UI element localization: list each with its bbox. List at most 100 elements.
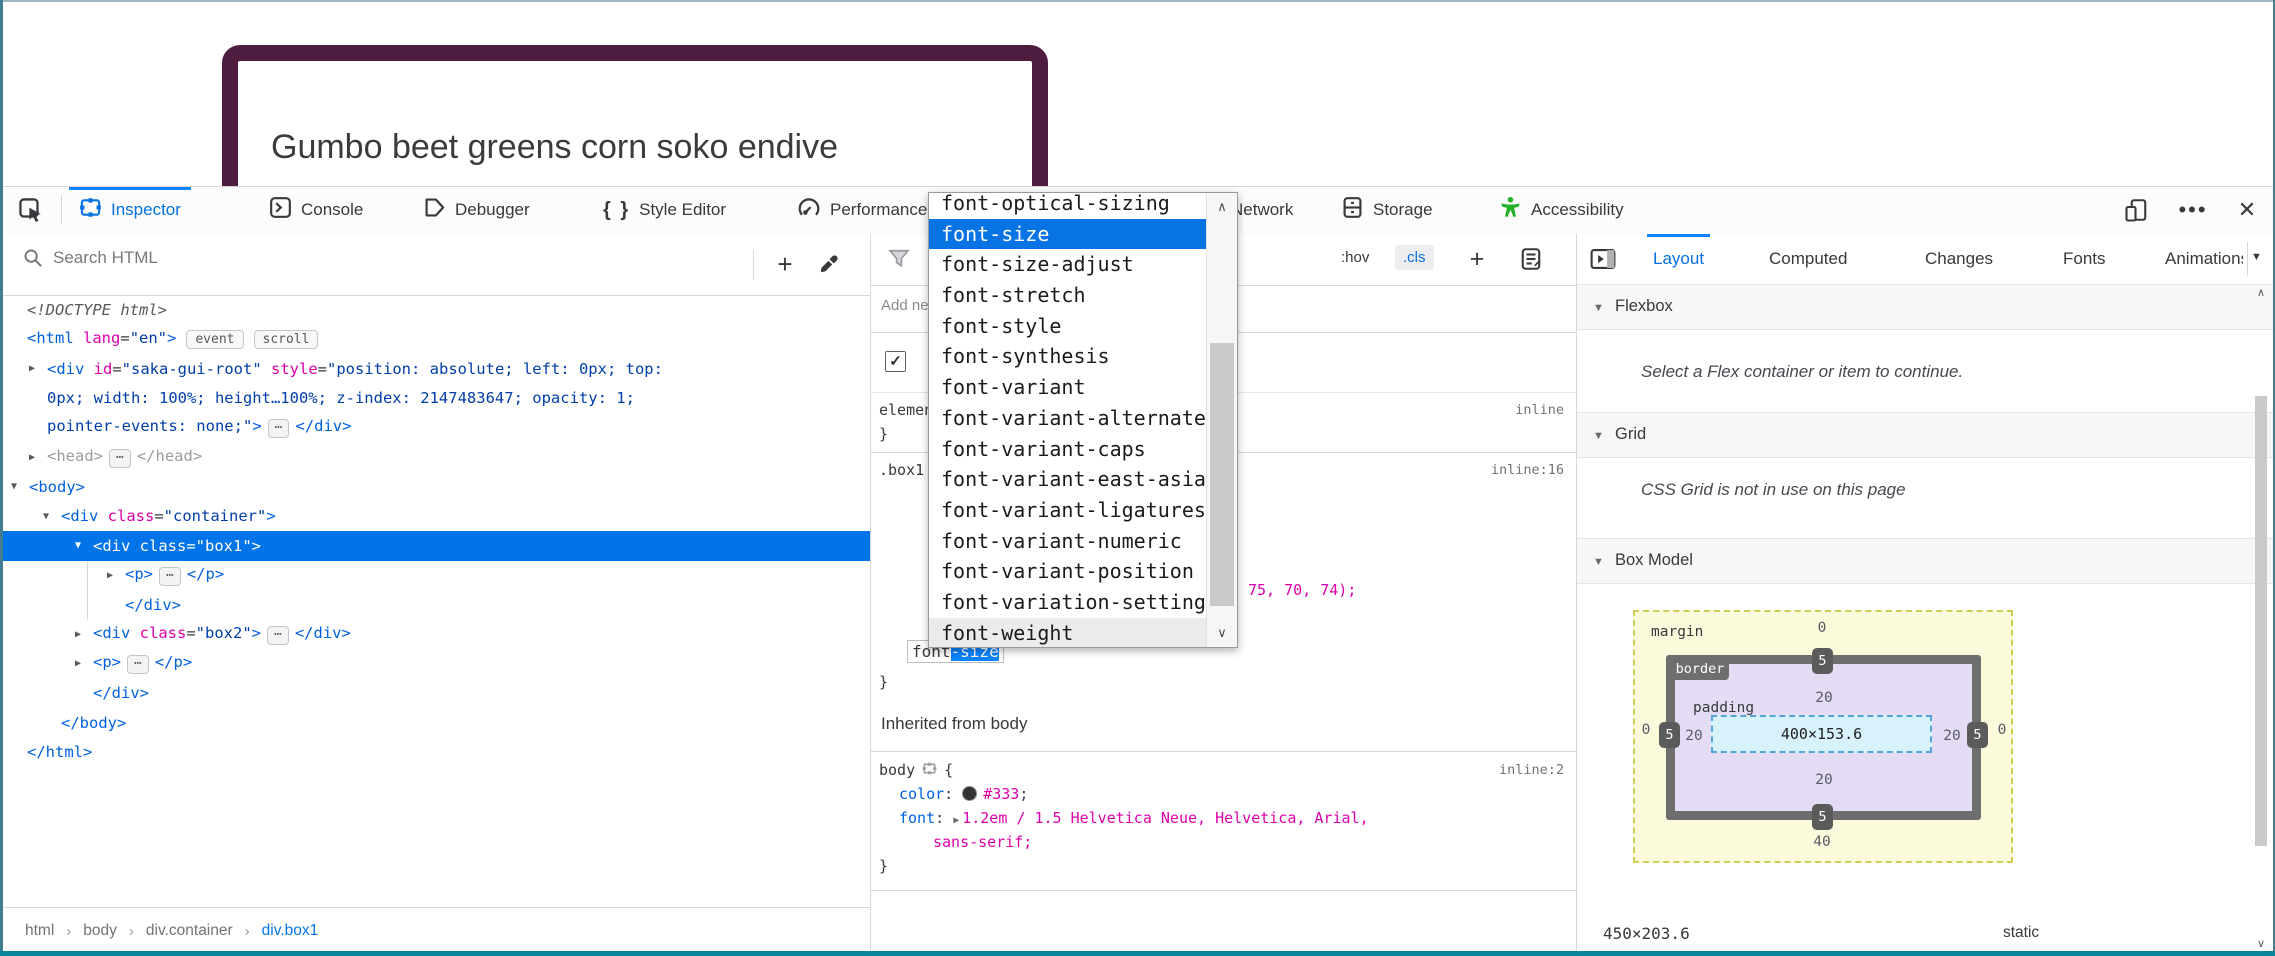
tab-console[interactable]: Console <box>259 187 373 233</box>
collapsed-content-pill[interactable]: ⋯ <box>159 567 181 586</box>
margin-bottom-value[interactable]: 40 <box>1807 834 1837 850</box>
collapsed-content-pill[interactable]: ⋯ <box>267 626 289 645</box>
breadcrumb-item-body[interactable]: body <box>83 922 117 940</box>
add-rule-button[interactable]: + <box>1457 238 1497 280</box>
box-model-section-header[interactable]: ▼ Box Model <box>1577 538 2274 584</box>
scroll-down-arrow[interactable]: ∨ <box>1207 619 1237 647</box>
autocomplete-item[interactable]: font-variant-alternates <box>929 403 1207 434</box>
breadcrumb-item-div.container[interactable]: div.container <box>146 922 233 940</box>
border-top-value[interactable]: 5 <box>1812 648 1833 674</box>
padding-top-value[interactable]: 20 <box>1809 690 1839 706</box>
markup-line[interactable]: ▶<div class="box2">⋯</div> <box>3 620 870 650</box>
tab-fonts[interactable]: Fonts <box>2063 234 2106 284</box>
expand-shorthand-icon[interactable]: ▶ <box>953 815 959 826</box>
markup-line[interactable]: pointer-events: none;">⋯</div> <box>3 413 870 443</box>
markup-line[interactable]: </div> <box>3 590 870 620</box>
tab-inspector[interactable]: Inspector <box>69 187 191 233</box>
autocomplete-item[interactable]: font-variant-east-asian <box>929 464 1207 495</box>
markup-line[interactable]: ▶<head>⋯</head> <box>3 443 870 473</box>
scroll-up-arrow[interactable]: ∧ <box>2252 286 2270 299</box>
scrollbar-thumb[interactable] <box>2255 396 2267 846</box>
margin-right-value[interactable]: 0 <box>1987 722 2017 738</box>
margin-top-value[interactable]: 0 <box>1807 620 1837 636</box>
padding-right-value[interactable]: 20 <box>1937 728 1967 744</box>
markup-line[interactable]: <html lang="en">eventscroll <box>3 325 870 355</box>
tab-layout[interactable]: Layout <box>1653 234 1704 284</box>
scroll-down-arrow[interactable]: ∨ <box>2252 937 2270 950</box>
body-font-declaration[interactable]: font: ▶1.2em / 1.5 Helvetica Neue, Helve… <box>899 806 1369 830</box>
sidebar-toggle-button[interactable] <box>1585 245 1621 273</box>
tab-debugger[interactable]: Debugger <box>413 187 540 233</box>
dom-event-badge[interactable]: scroll <box>254 330 319 349</box>
content-box[interactable]: 400×153.6 <box>1711 715 1932 753</box>
autocomplete-item[interactable]: font-weight <box>929 618 1207 647</box>
padding-left-value[interactable]: 20 <box>1679 728 1709 744</box>
body-rule-source-link[interactable]: inline:2 <box>1499 758 1564 782</box>
element-rule-source-link[interactable]: inline <box>1515 398 1564 422</box>
markup-line[interactable]: </html> <box>3 738 870 768</box>
scrollbar-thumb[interactable] <box>1210 343 1234 606</box>
border-bottom-value[interactable]: 5 <box>1812 804 1833 830</box>
tab-style-editor[interactable]: { }Style Editor <box>593 187 736 233</box>
autocomplete-item[interactable]: font-stretch <box>929 280 1207 311</box>
autocomplete-item[interactable]: font-variant-position <box>929 556 1207 587</box>
color-swatch[interactable] <box>962 786 977 801</box>
autocomplete-item[interactable]: font-optical-sizing <box>929 193 1207 219</box>
collapse-arrow-icon[interactable]: ▼ <box>75 540 81 551</box>
tab-storage[interactable]: Storage <box>1331 187 1443 233</box>
tab-performance[interactable]: Performance <box>787 187 937 233</box>
autocomplete-item[interactable]: font-size-adjust <box>929 249 1207 280</box>
box1-rule-source-link[interactable]: inline:16 <box>1491 458 1564 482</box>
collapse-arrow-icon[interactable]: ▼ <box>11 481 17 492</box>
print-media-simulation-button[interactable] <box>1519 247 1543 276</box>
autocomplete-item[interactable]: font-variant <box>929 372 1207 403</box>
markup-line[interactable]: ▶<div id="saka-gui-root" style="position… <box>3 354 870 384</box>
padding-bottom-value[interactable]: 20 <box>1809 772 1839 788</box>
sidebar-scrollbar[interactable]: ∧ ∨ <box>2252 286 2270 950</box>
autocomplete-item[interactable]: font-variation-settings <box>929 587 1207 618</box>
autocomplete-item[interactable]: font-style <box>929 311 1207 342</box>
add-node-button[interactable]: + <box>765 242 805 286</box>
tab-computed[interactable]: Computed <box>1769 234 1847 284</box>
expand-arrow-icon[interactable]: ▶ <box>29 363 35 374</box>
expand-arrow-icon[interactable]: ▶ <box>29 452 35 463</box>
autocomplete-scrollbar[interactable]: ∧ ∨ <box>1206 193 1237 647</box>
scroll-up-arrow[interactable]: ∧ <box>1207 193 1237 221</box>
all-tabs-dropdown-icon[interactable]: ▼ <box>2251 251 2262 263</box>
class-panel-button[interactable]: .cls <box>1395 245 1434 270</box>
autocomplete-item[interactable]: font-synthesis <box>929 341 1207 372</box>
tab-animations[interactable]: Animations <box>2165 234 2243 284</box>
margin-left-value[interactable]: 0 <box>1631 722 1661 738</box>
markup-line[interactable]: </div> <box>3 679 870 709</box>
expand-arrow-icon[interactable]: ▶ <box>107 570 113 581</box>
collapsed-content-pill[interactable]: ⋯ <box>127 655 149 674</box>
markup-line[interactable]: 0px; width: 100%; height…100%; z-index: … <box>3 384 870 414</box>
markup-line[interactable]: ▼<body> <box>3 472 870 502</box>
collapsed-content-pill[interactable]: ⋯ <box>109 449 131 468</box>
filter-styles-icon[interactable] <box>887 247 911 276</box>
autocomplete-item[interactable]: font-size <box>929 219 1207 250</box>
autocomplete-item[interactable]: font-variant-caps <box>929 434 1207 465</box>
expand-arrow-icon[interactable]: ▶ <box>75 658 81 669</box>
border-left-value[interactable]: 5 <box>1659 722 1680 748</box>
responsive-design-mode-button[interactable] <box>2115 187 2159 233</box>
devtools-options-button[interactable]: ••• <box>2171 187 2215 233</box>
body-color-declaration[interactable]: color: #333; <box>899 782 1028 806</box>
border-right-value[interactable]: 5 <box>1967 722 1988 748</box>
autocomplete-item[interactable]: font-variant-ligatures <box>929 495 1207 526</box>
class-toggle-checkbox[interactable]: ✓ <box>885 351 906 372</box>
markup-line[interactable]: ▶<p>⋯</p> <box>3 561 870 591</box>
autocomplete-item[interactable]: font-variant-numeric <box>929 526 1207 557</box>
collapse-arrow-icon[interactable]: ▼ <box>43 511 49 522</box>
markup-line[interactable]: </body> <box>3 708 870 738</box>
breadcrumb-item-div.box1[interactable]: div.box1 <box>262 922 319 940</box>
search-html-input[interactable]: Search HTML <box>23 248 158 268</box>
dom-event-badge[interactable]: event <box>186 330 243 349</box>
markup-line[interactable]: ▼<div class="container"> <box>3 502 870 532</box>
tab-changes[interactable]: Changes <box>1925 234 1993 284</box>
highlight-selector-icon[interactable] <box>921 760 938 784</box>
body-rule-selector[interactable]: body{ <box>879 758 953 782</box>
grid-section-header[interactable]: ▼ Grid <box>1577 412 2274 458</box>
markup-line-selected[interactable]: ▼<div class="box1"> <box>3 531 870 561</box>
flexbox-section-header[interactable]: ▼ Flexbox <box>1577 284 2274 330</box>
